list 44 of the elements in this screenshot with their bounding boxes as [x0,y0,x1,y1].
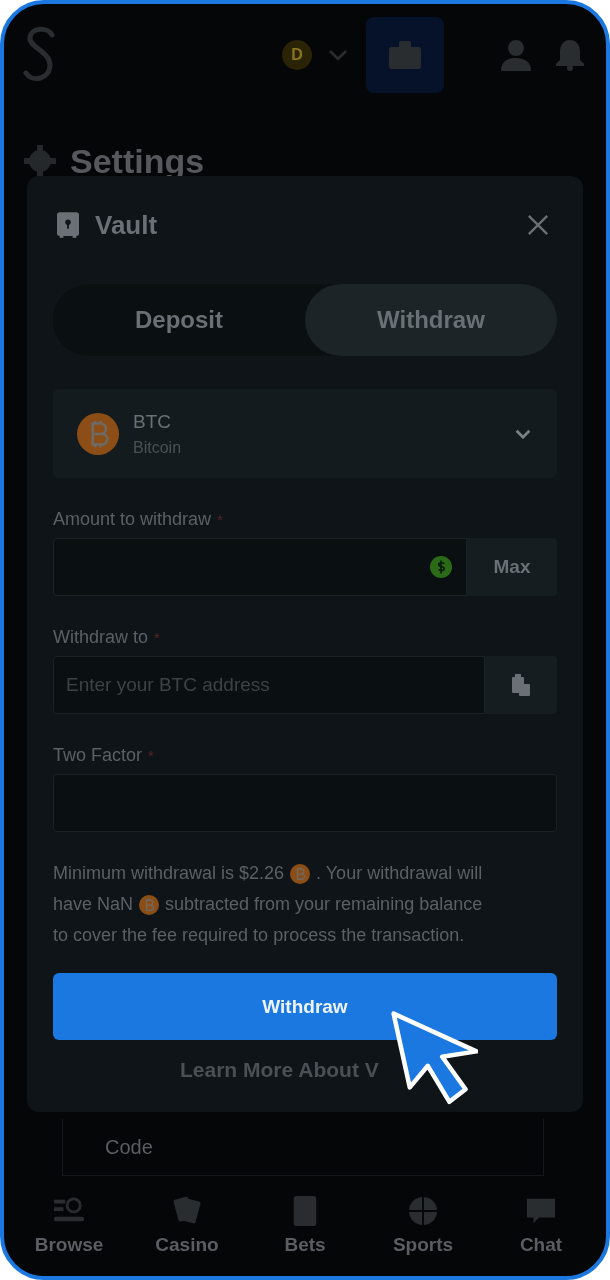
field-label: Two Factor [53,744,143,766]
notice-text: Minimum withdrawal is $2.26 [53,862,285,885]
casino-icon [172,1196,202,1226]
learn-more-link[interactable]: Learn More About V [180,1058,379,1082]
notice-text: to cover the fee required to process the transaction. [53,924,465,947]
sports-icon [408,1196,438,1226]
bitcoin-icon [139,894,160,915]
bitcoin-icon [77,412,119,455]
dollar-coin-icon [430,556,452,578]
nav-item[interactable]: Bets [246,1176,364,1276]
coin-icon: D [282,40,312,70]
notice-text: subtracted from your remaining balance [165,893,483,916]
chevron-down-icon[interactable] [328,49,348,61]
required-mark: * [217,510,223,528]
withdraw-button[interactable]: Withdraw [53,973,557,1040]
chevron-down-icon [515,428,531,439]
bitcoin-icon [290,863,311,884]
nav-item[interactable]: Sports [364,1176,482,1276]
bell-icon[interactable] [554,39,586,71]
tab[interactable]: Deposit [53,284,305,356]
paste-button[interactable] [485,656,557,714]
dialog-title: Vault [95,209,158,241]
nav-item[interactable]: Casino [128,1176,246,1276]
code-field[interactable]: Code [62,1119,544,1176]
clipboard-icon [512,674,530,696]
gear-icon [24,145,56,177]
nav-item[interactable]: Browse [10,1176,128,1276]
wallet-button[interactable] [366,17,444,93]
safe-icon [57,212,79,238]
required-mark: * [154,628,160,646]
currency-code: BTC [133,410,171,433]
field-label: Withdraw to [53,626,149,648]
required-mark: * [148,746,154,764]
wallet-icon [389,41,421,69]
field-label: Amount to withdraw [53,508,212,530]
max-button[interactable]: Max [467,538,557,596]
nav-item[interactable]: Chat [482,1176,600,1276]
notice-text: have NaN [53,893,134,916]
notice-text: . Your withdrawal will [316,862,483,885]
page-title: Settings [70,141,205,181]
tab[interactable]: Withdraw [305,284,557,356]
amount-field[interactable] [53,538,467,596]
close-icon[interactable] [527,214,549,236]
user-icon[interactable] [500,39,532,71]
